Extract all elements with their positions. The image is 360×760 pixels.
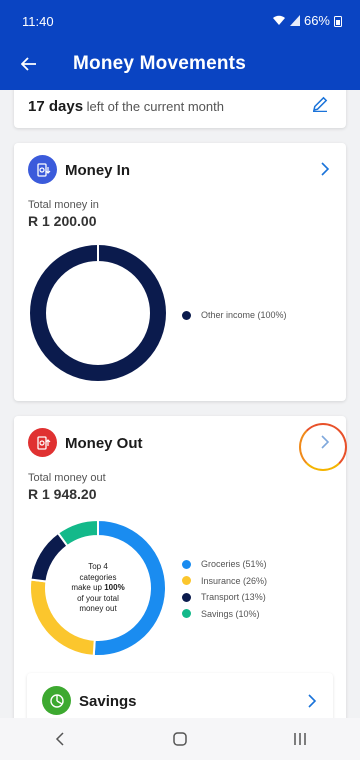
cash-in-icon [28,155,57,184]
center-line-5: money out [79,604,117,613]
savings-title: Savings [79,693,137,710]
money-in-chevron[interactable] [320,161,330,182]
money-out-legend: Groceries (51%) Insurance (26%) Transport … [182,556,267,622]
page-title: Money Movements [73,53,246,74]
battery-percent: 66% [303,13,330,28]
pie-chart-icon [42,686,71,715]
system-nav-bar [0,718,360,760]
money-out-legend-dot [182,559,191,569]
nav-back-icon [55,732,64,746]
money-in-legend-label: Other income (100%) [201,310,287,321]
center-line-3-pre: make up [71,583,105,592]
money-out-segment-3 [56,518,99,548]
back-arrow-icon [21,57,36,71]
money-in-donut-chart [30,245,166,381]
money-out-title: Money Out [65,435,143,452]
cash-out-icon [28,428,57,457]
nav-recents-button[interactable] [280,724,320,754]
nav-home-button[interactable] [160,724,200,754]
nav-back-button[interactable] [40,724,80,754]
battery-icon [334,15,342,27]
money-out-card[interactable]: Money Out Total money out R 1 948.20 Top… [14,416,346,718]
edit-button[interactable] [312,96,328,117]
center-line-1: Top 4 [88,562,108,571]
money-out-legend-dot [182,609,191,619]
money-in-legend-dot [182,310,191,320]
center-line-3-bold: 100% [104,583,125,592]
status-bar: 11:40 66% [0,0,360,38]
money-out-legend-item: Savings (10%) [182,606,267,623]
pencil-icon [313,96,328,113]
chevron-right-icon [308,694,317,708]
money-in-legend-item: Other income (100%) [182,307,287,324]
signal-icon [289,15,300,26]
money-out-legend-dot [182,576,191,586]
money-out-chevron[interactable] [320,434,330,455]
money-in-card[interactable]: Money In Total money in R 1 200.00 Other… [14,143,346,401]
status-icons: 66% [272,13,342,28]
money-out-total-value: R 1 948.20 [28,486,97,502]
money-out-legend-dot [182,592,191,602]
money-out-legend-label: Transport (13%) [201,592,266,603]
days-suffix: left of the current month [83,99,224,114]
money-in-legend: Other income (100%) [182,307,287,324]
money-out-legend-label: Savings (10%) [201,608,260,619]
savings-card[interactable]: Savings [27,673,333,718]
savings-chevron[interactable] [307,693,317,714]
center-line-2: categories [79,572,117,582]
money-out-legend-label: Groceries (51%) [201,559,267,570]
days-count: 17 days [28,98,84,115]
nav-home-icon [173,732,187,746]
money-out-legend-item: Transport (13%) [182,589,267,606]
money-out-total-label: Total money out [28,472,106,484]
money-in-title: Money In [65,162,131,179]
back-button[interactable] [14,50,44,78]
money-out-legend-label: Insurance (26%) [201,575,268,586]
app-bar: Money Movements [0,38,360,90]
money-out-legend-item: Groceries (51%) [182,556,267,573]
days-left-text: 17 days left of the current month [28,98,224,115]
money-in-segment-0 [30,245,166,381]
chevron-right-icon [321,435,330,449]
center-line-3: make up 100% [68,583,128,594]
wifi-icon [272,15,285,25]
center-line-4: of your total [77,593,119,603]
money-in-total-label: Total money in [28,199,99,211]
money-in-total-value: R 1 200.00 [28,213,97,229]
nav-recents-icon [294,733,306,745]
status-time: 11:40 [22,14,54,29]
scroll-content[interactable]: 17 days left of the current month Money … [0,90,360,718]
money-out-segment-2 [29,531,69,583]
donut-center-text: Top 4 categories make up 100% of your to… [68,562,128,615]
days-left-card: 17 days left of the current month [14,90,346,128]
chevron-right-icon [321,162,330,176]
money-out-legend-item: Insurance (26%) [182,573,267,590]
